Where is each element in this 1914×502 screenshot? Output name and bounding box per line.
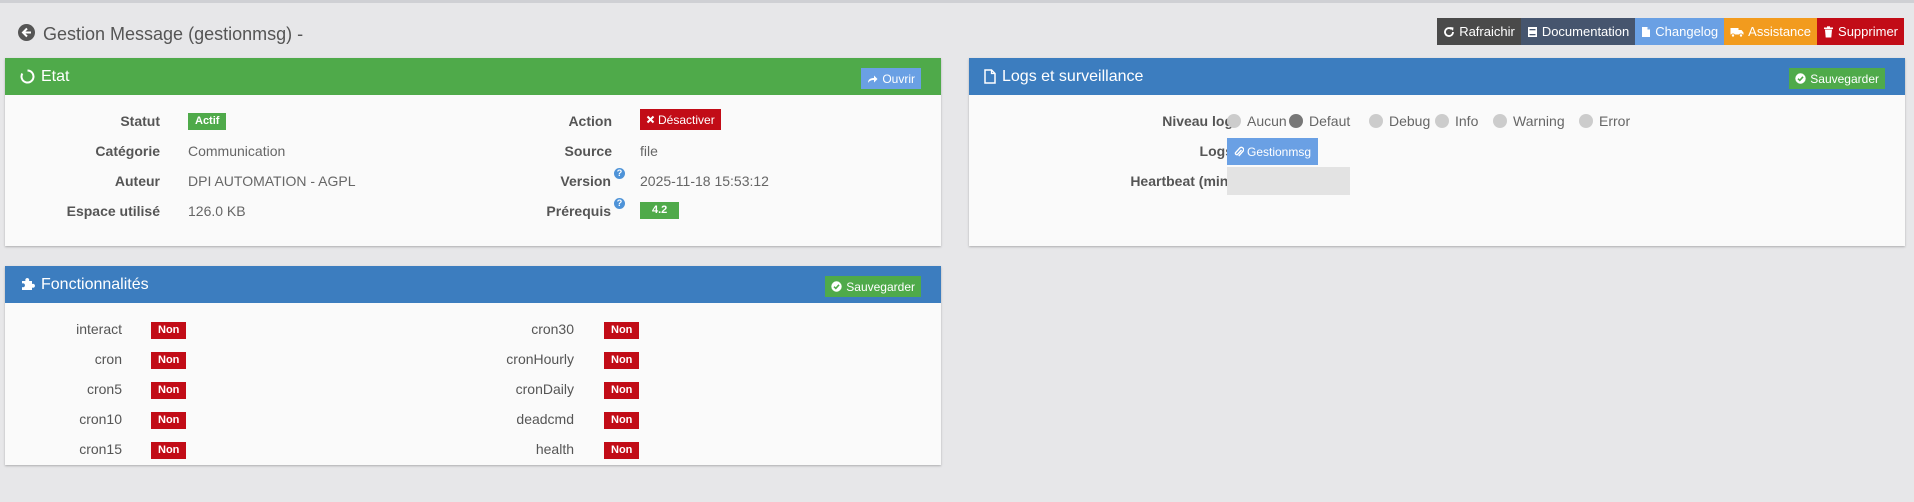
feature-name-cronHourly: cronHourly (506, 351, 574, 367)
delete-button[interactable]: Supprimer (1817, 18, 1904, 45)
radio-dot (1435, 114, 1449, 128)
book-icon (1527, 26, 1537, 37)
radio-label: Warning (1513, 113, 1565, 129)
arrow-circle-left-icon[interactable] (18, 24, 35, 41)
fonctionnalites-save-label: Sauvegarder (846, 279, 915, 294)
version-label: Version? (405, 168, 625, 189)
radio-label: Aucun (1247, 113, 1287, 129)
fonctionnalites-panel-header: Fonctionnalités Sauvegarder (5, 266, 941, 303)
gestionmsg-log-label: Gestionmsg (1247, 144, 1312, 159)
logs-title: Logs et surveillance (1002, 67, 1144, 85)
header-button-bar: Rafraichir Documentation Changelog Assis… (1437, 18, 1904, 45)
feature-status-badge: Non (604, 322, 640, 339)
page-title: Gestion Message (gestionmsg) - (43, 24, 304, 44)
categorie-label: Catégorie (95, 143, 160, 159)
log-level-radio-defaut[interactable]: Defaut (1289, 113, 1350, 129)
log-level-radio-warning[interactable]: Warning (1493, 113, 1565, 129)
share-icon (868, 75, 878, 83)
log-level-radio-info[interactable]: Info (1435, 113, 1478, 129)
truck-icon (1730, 27, 1744, 38)
paperclip-icon (1234, 146, 1244, 156)
page-header: Gestion Message (gestionmsg) - Rafraichi… (0, 14, 1914, 50)
etat-panel: Etat Ouvrir Statut Actif Catégorie Commu… (5, 58, 941, 246)
puzzle-icon (20, 277, 35, 292)
radio-dot (1369, 114, 1383, 128)
radio-label: Error (1599, 113, 1631, 129)
logs-save-button[interactable]: Sauvegarder (1789, 68, 1885, 89)
version-value: 2025-11-18 15:53:12 (640, 173, 769, 189)
radio-label: Debug (1389, 113, 1431, 129)
help-icon[interactable]: ? (614, 198, 625, 209)
source-label: Source (564, 143, 612, 159)
logs-save-label: Sauvegarder (1810, 71, 1879, 86)
logs-label: Logs (1199, 143, 1233, 159)
log-level-radio-debug[interactable]: Debug (1369, 113, 1430, 129)
file-icon (984, 69, 996, 84)
feature-status-badge: Non (604, 352, 640, 369)
radio-label: Info (1455, 113, 1479, 129)
documentation-button[interactable]: Documentation (1520, 18, 1636, 45)
refresh-label: Rafraichir (1459, 24, 1515, 39)
refresh-icon (1444, 26, 1455, 37)
deactivate-button[interactable]: Désactiver (640, 109, 721, 130)
espace-value: 126.0 KB (188, 203, 246, 219)
radio-dot (1579, 114, 1593, 128)
action-label: Action (568, 113, 612, 129)
circle-notch-icon (20, 69, 35, 84)
refresh-button[interactable]: Rafraichir (1437, 18, 1521, 45)
auteur-label: Auteur (114, 173, 160, 189)
logs-panel-header: Logs et surveillance Sauvegarder (969, 58, 1905, 95)
help-icon[interactable]: ? (614, 168, 625, 179)
feature-status-badge: Non (604, 442, 640, 459)
fonctionnalites-panel: Fonctionnalités Sauvegarder interact Non c… (5, 266, 941, 465)
status-badge: Actif (188, 113, 227, 130)
prerequis-label: Prérequis? (405, 198, 625, 219)
source-value: file (640, 143, 658, 159)
documentation-label: Documentation (1541, 24, 1630, 39)
feature-name-health: health (535, 441, 574, 457)
etat-title: Etat (41, 67, 70, 85)
assistance-button[interactable]: Assistance (1724, 18, 1818, 45)
fonctionnalites-title: Fonctionnalités (41, 275, 149, 293)
open-button-label: Ouvrir (882, 71, 915, 86)
log-level-radio-aucun[interactable]: Aucun (1227, 113, 1287, 129)
espace-label: Espace utilisé (66, 203, 160, 219)
changelog-label: Changelog (1655, 24, 1719, 39)
trash-icon (1824, 25, 1834, 37)
feature-status-badge: Non (604, 382, 640, 399)
etat-panel-header: Etat Ouvrir (5, 58, 941, 95)
delete-label: Supprimer (1838, 24, 1898, 39)
prerequis-label-text: Prérequis (546, 203, 611, 219)
version-label-text: Version (560, 173, 611, 189)
auteur-value: DPI AUTOMATION - AGPL (188, 173, 356, 189)
file-icon (1642, 26, 1651, 37)
statut-label: Statut (120, 113, 160, 129)
close-icon (646, 115, 655, 124)
deactivate-label: Désactiver (658, 112, 715, 127)
assistance-label: Assistance (1748, 24, 1812, 39)
log-level-radio-error[interactable]: Error (1579, 113, 1630, 129)
open-button[interactable]: Ouvrir (861, 68, 921, 89)
fonctionnalites-save-button[interactable]: Sauvegarder (825, 276, 921, 297)
feature-name-cronDaily: cronDaily (515, 381, 574, 397)
radio-dot (1227, 114, 1241, 128)
radio-dot (1289, 114, 1303, 128)
feature-name-cron30: cron30 (531, 321, 574, 337)
top-border (0, 0, 1914, 3)
gestionmsg-log-button[interactable]: Gestionmsg (1227, 138, 1319, 165)
check-circle-icon (831, 281, 842, 292)
radio-label: Defaut (1309, 113, 1351, 129)
niveau-log-label: Niveau log (1162, 113, 1233, 129)
prerequis-badge: 4.2 (640, 202, 680, 219)
feature-status-badge: Non (604, 412, 640, 429)
heartbeat-label: Heartbeat (min) (1130, 173, 1233, 189)
categorie-value: Communication (188, 143, 286, 159)
check-circle-icon (1795, 73, 1806, 84)
feature-name-deadcmd: deadcmd (516, 411, 574, 427)
changelog-button[interactable]: Changelog (1635, 18, 1725, 45)
heartbeat-input[interactable] (1227, 167, 1350, 195)
radio-dot (1493, 114, 1507, 128)
logs-panel: Logs et surveillance Sauvegarder Niveau … (969, 58, 1905, 246)
